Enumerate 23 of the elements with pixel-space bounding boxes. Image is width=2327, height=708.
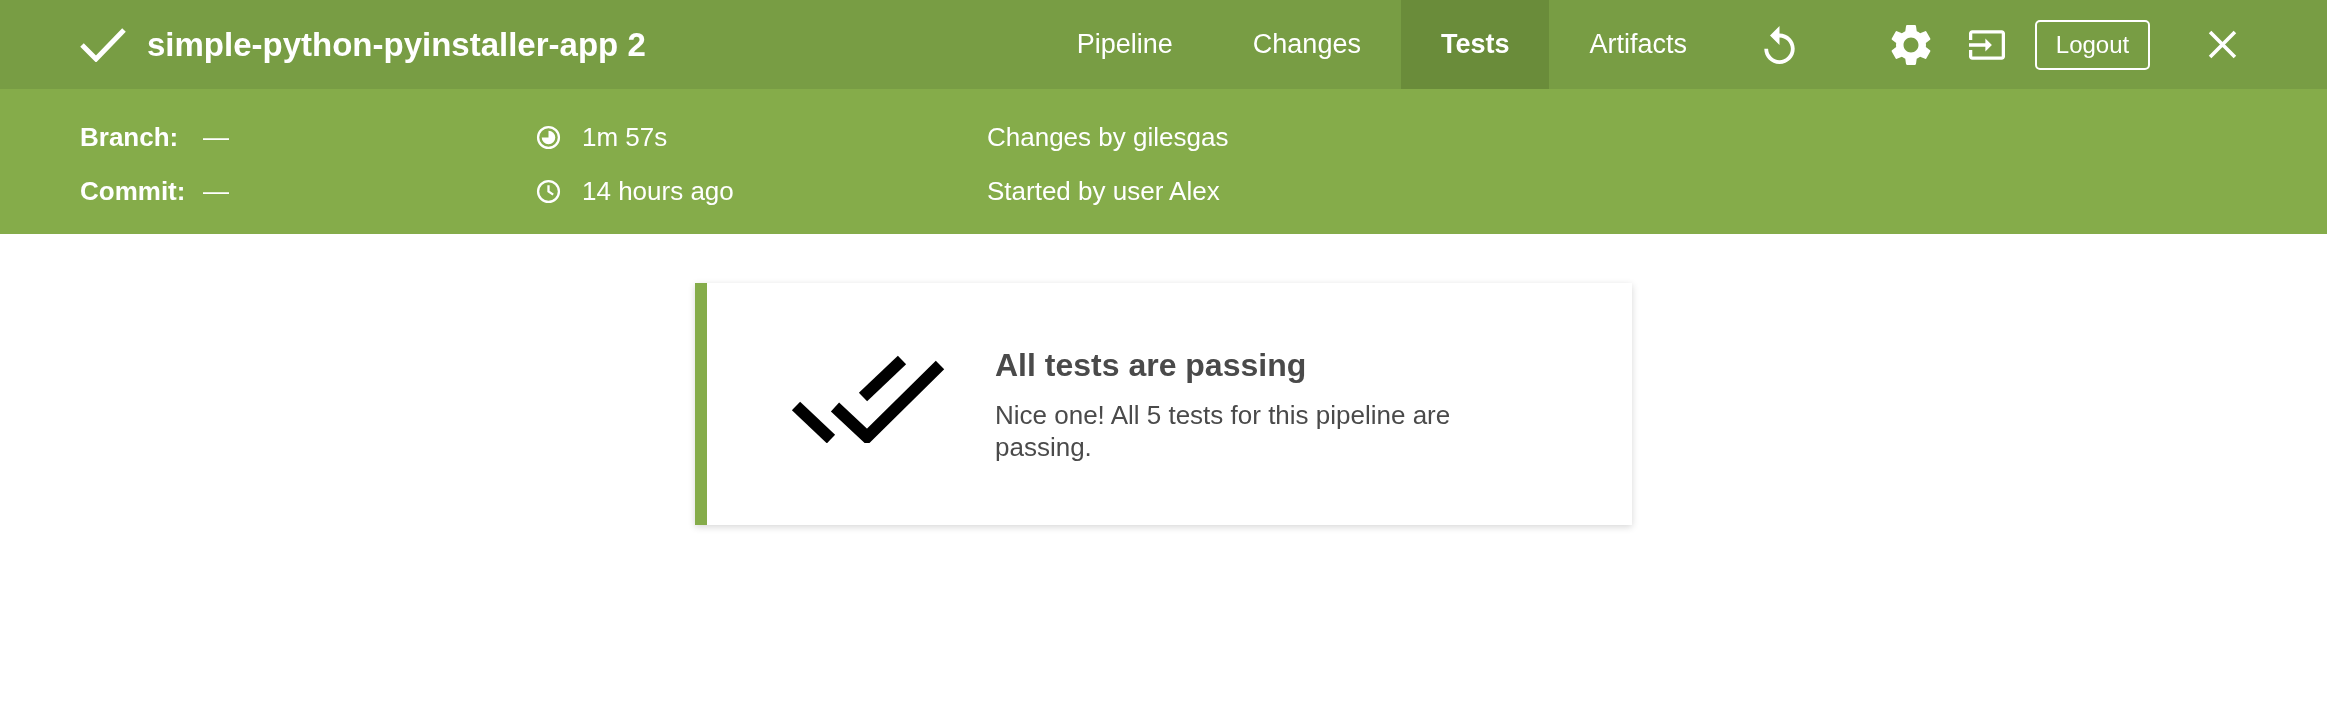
sign-in-icon[interactable] (1969, 28, 2005, 61)
nav-tab[interactable]: Changes (1212, 0, 1401, 89)
nav-tab[interactable]: Tests (1400, 0, 1550, 89)
commit-label: Commit: (80, 176, 187, 206)
close-icon[interactable] (2208, 30, 2237, 59)
nav-tab[interactable]: Artifacts (1549, 0, 1727, 89)
pipeline-title: simple-python-pyinstaller-app 2 (147, 25, 647, 64)
settings-icon[interactable] (1891, 23, 1931, 66)
commit-value: — (203, 176, 229, 206)
logout-button[interactable]: Logout (2035, 19, 2150, 70)
duration-text: 1m 57s (582, 122, 668, 152)
branch-label: Branch: (80, 122, 180, 152)
branch-value: — (203, 122, 229, 152)
results-message: Nice one! All 5 tests for this pipeline are passing. (995, 399, 1452, 463)
changes-text: Changes by gilesgas (987, 122, 1229, 152)
replay-icon[interactable] (1763, 25, 1796, 64)
nav-tab[interactable]: Pipeline (1036, 0, 1213, 89)
timelapse-icon (536, 124, 561, 150)
clock-icon (536, 178, 561, 204)
started-text: Started by user Alex (987, 176, 1220, 206)
double-check-icon (791, 353, 945, 443)
results-title: All tests are passing (995, 346, 1308, 385)
time-ago-text: 14 hours ago (582, 176, 734, 206)
